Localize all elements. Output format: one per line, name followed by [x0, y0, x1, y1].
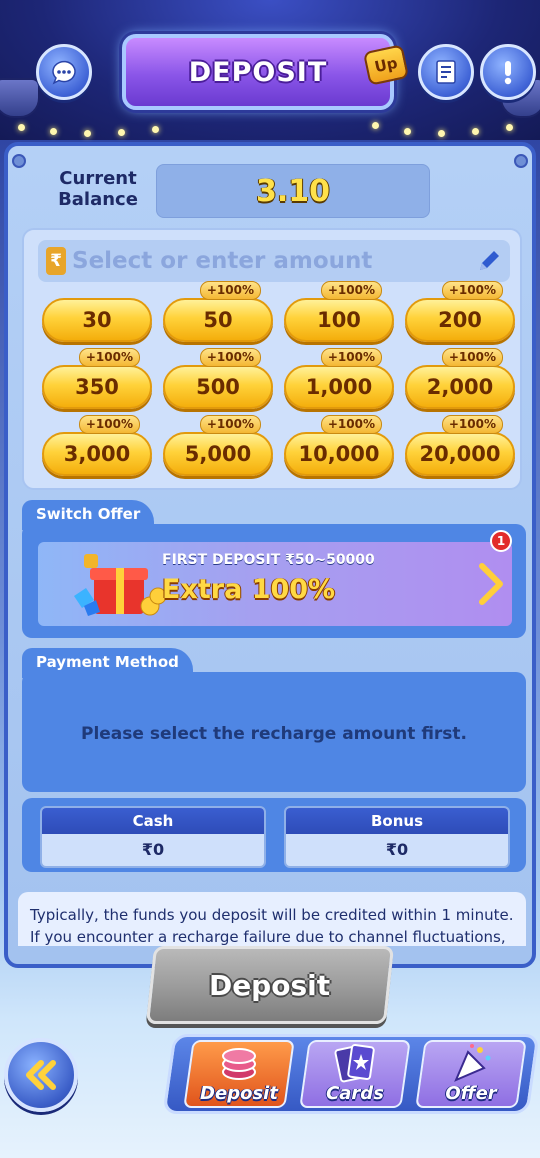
page-title: DEPOSIT	[188, 56, 328, 88]
screw-icon	[12, 154, 26, 168]
offer-title: FIRST DEPOSIT ₹50~50000	[162, 552, 375, 568]
up-badge: Up	[362, 44, 410, 86]
amount-option-value: 200	[438, 308, 482, 332]
switch-offer-section: Switch Offer FIRST DEPOSIT ₹50~50000 Ext…	[22, 500, 526, 638]
amount-selector: ₹ 30 50 +100% 100 +100% 200 +100% 350 +100% 500 +1…	[22, 228, 522, 490]
title-plate: DEPOSIT	[122, 34, 394, 110]
cash-label: Cash	[42, 808, 264, 834]
records-icon	[436, 60, 456, 84]
header-bar: DEPOSIT Up	[0, 0, 540, 140]
payment-message: Please select the recharge amount first.	[80, 724, 468, 744]
amount-option-value: 3,000	[63, 442, 131, 466]
decor-lights	[0, 112, 540, 142]
amount-option-value: 5,000	[184, 442, 252, 466]
chevron-right-icon[interactable]	[478, 562, 504, 606]
bonus-percent-tag: +100%	[441, 348, 503, 367]
nav-offer[interactable]: Offer	[415, 1040, 527, 1108]
amount-option-value: 20,000	[419, 442, 501, 466]
amount-options-grid: 30 50 +100% 100 +100% 200 +100% 350 +100% 500 +100…	[42, 281, 518, 476]
gift-box-icon	[74, 554, 167, 616]
bonus-percent-tag: +100%	[78, 348, 140, 367]
balance-value: 3.10	[255, 173, 331, 209]
bonus-percent-tag: +100%	[320, 348, 382, 367]
payment-method-section: Payment Method Please select the recharg…	[22, 648, 526, 792]
bonus-percent-tag: +100%	[320, 281, 382, 300]
nav-deposit[interactable]: Deposit	[183, 1040, 295, 1108]
amount-option-button[interactable]: 200 +100%	[405, 281, 515, 342]
amount-option-value: 30	[82, 308, 112, 332]
bonus-value: ₹0	[385, 840, 409, 859]
first-deposit-offer-card[interactable]: FIRST DEPOSIT ₹50~50000 Extra 100% 1	[38, 530, 512, 626]
amount-input-wrapper: ₹	[38, 240, 510, 282]
bonus-percent-tag: +100%	[441, 415, 503, 434]
bonus-percent-tag: +100%	[199, 281, 261, 300]
nav-cards-label: Cards	[326, 1083, 384, 1104]
records-button[interactable]	[418, 44, 474, 100]
amount-option-button[interactable]: 100 +100%	[284, 281, 394, 342]
nav-cards[interactable]: Cards	[299, 1040, 411, 1108]
support-chat-icon	[52, 60, 76, 85]
nav-deposit-label: Deposit	[200, 1083, 278, 1104]
amount-option-value: 100	[317, 308, 361, 332]
screw-icon	[514, 154, 528, 168]
info-alert-icon	[504, 61, 512, 85]
cash-card: Cash ₹0	[40, 806, 266, 868]
bonus-percent-tag: +100%	[320, 415, 382, 434]
bonus-label: Bonus	[286, 808, 508, 834]
bonus-percent-tag: +100%	[199, 415, 261, 434]
amount-option-value: 2,000	[426, 375, 494, 399]
amount-option-button[interactable]: 50 +100%	[163, 281, 273, 342]
amount-option-button[interactable]: 500 +100%	[163, 348, 273, 409]
back-button[interactable]	[4, 1038, 78, 1112]
amount-option-value: 350	[75, 375, 119, 399]
deposit-button[interactable]: Deposit	[145, 946, 395, 1024]
notification-badge: 1	[490, 530, 512, 552]
double-chevron-left-icon	[26, 1060, 56, 1090]
bonus-card: Bonus ₹0	[284, 806, 510, 868]
deposit-panel: Current Balance 3.10 ₹ 30 50 +100% 100 +100%…	[4, 142, 536, 968]
amount-option-button[interactable]: 350 +100%	[42, 348, 152, 409]
deposit-button-label: Deposit	[209, 968, 331, 1002]
amount-option-value: 50	[203, 308, 233, 332]
offer-extra: Extra 100%	[162, 574, 336, 605]
payment-method-title: Payment Method	[22, 648, 193, 678]
wallet-summary: Cash ₹0 Bonus ₹0	[22, 798, 526, 872]
switch-offer-title: Switch Offer	[22, 500, 155, 530]
cards-icon	[334, 1044, 375, 1083]
amount-input[interactable]	[72, 241, 476, 281]
amount-option-value: 10,000	[298, 442, 380, 466]
pencil-icon[interactable]	[476, 248, 502, 274]
amount-option-button[interactable]: 2,000 +100%	[405, 348, 515, 409]
chips-icon	[222, 1048, 256, 1080]
bonus-percent-tag: +100%	[78, 415, 140, 434]
balance-label: Current Balance	[58, 168, 138, 210]
nav-offer-label: Offer	[445, 1083, 497, 1104]
info-button[interactable]	[480, 44, 536, 100]
support-button[interactable]	[36, 44, 92, 100]
bonus-percent-tag: +100%	[441, 281, 503, 300]
amount-option-value: 500	[196, 375, 240, 399]
amount-option-button[interactable]: 20,000 +100%	[405, 415, 515, 476]
amount-option-button[interactable]: 5,000 +100%	[163, 415, 273, 476]
rupee-icon: ₹	[46, 247, 66, 275]
amount-option-button[interactable]: 10,000 +100%	[284, 415, 394, 476]
amount-option-button[interactable]: 1,000 +100%	[284, 348, 394, 409]
balance-display: 3.10	[156, 164, 430, 218]
amount-option-button[interactable]: 30	[42, 298, 152, 342]
party-popper-icon	[454, 1044, 491, 1082]
amount-option-value: 1,000	[305, 375, 373, 399]
deposit-info-text: Typically, the funds you deposit will be…	[18, 892, 526, 946]
bonus-percent-tag: +100%	[199, 348, 261, 367]
cash-value: ₹0	[141, 840, 165, 859]
amount-option-button[interactable]: 3,000 +100%	[42, 415, 152, 476]
